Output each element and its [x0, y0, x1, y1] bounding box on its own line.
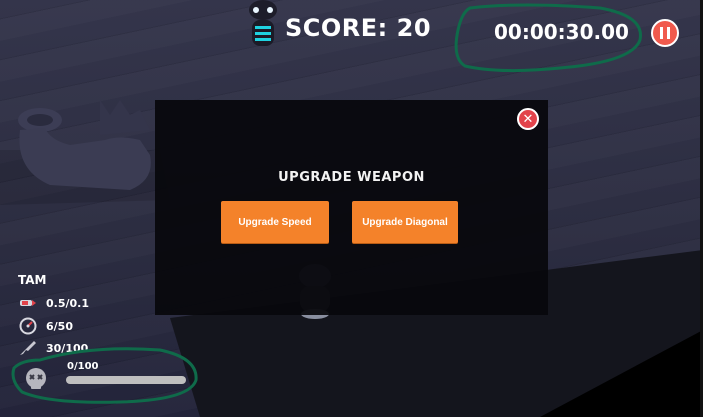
fire-rate-value: 0.5/0.1 — [46, 296, 89, 310]
pause-button[interactable] — [651, 19, 679, 47]
dialog-title: UPGRADE WEAPON — [278, 170, 425, 185]
upgrade-diagonal-button[interactable]: Upgrade Diagonal — [352, 201, 458, 243]
speed-value: 6/50 — [46, 319, 73, 333]
bullet-icon — [18, 295, 38, 311]
rifle-icon — [18, 340, 38, 356]
speedometer-icon — [18, 317, 38, 335]
ammo-stat: 30/100 — [18, 340, 88, 356]
close-icon: ✕ — [522, 111, 534, 127]
score-display: SCORE: 20 — [285, 14, 432, 42]
close-dialog-button[interactable]: ✕ — [517, 108, 539, 130]
health-bar — [66, 376, 186, 384]
ammo-value: 30/100 — [46, 341, 89, 355]
speed-stat: 6/50 — [18, 317, 73, 335]
pause-icon — [660, 27, 663, 39]
fire-rate-stat: 0.5/0.1 — [18, 295, 89, 311]
cat-statue-prop — [18, 100, 151, 190]
skull-icon — [24, 367, 48, 391]
timer-display: 00:00:30.00 — [494, 20, 629, 44]
player-character — [249, 0, 277, 46]
player-name: TAM — [18, 273, 47, 287]
upgrade-speed-button[interactable]: Upgrade Speed — [221, 201, 329, 243]
health-text: 0/100 — [67, 361, 99, 372]
